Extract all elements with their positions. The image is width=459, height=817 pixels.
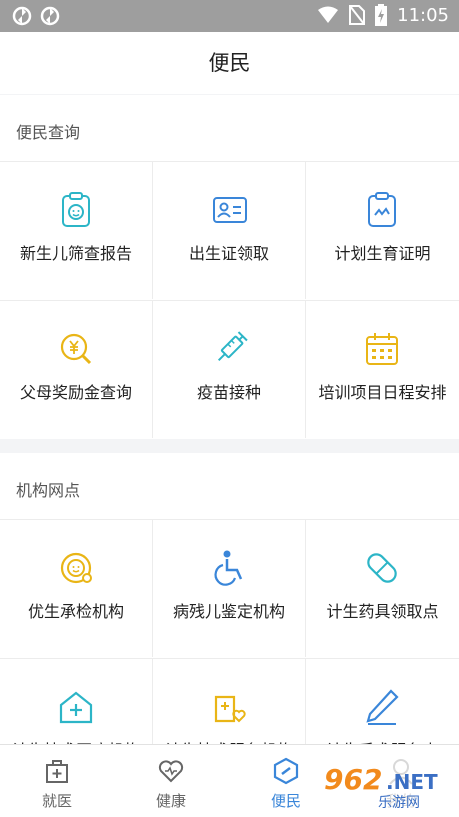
section-title: 便民查询 <box>16 123 81 142</box>
wifi-icon <box>318 6 339 23</box>
status-bar: 11:05 <box>0 0 459 32</box>
wheelchair-icon <box>214 550 243 586</box>
svg-text:.NET: .NET <box>386 770 438 794</box>
grid-item-disability-assessment[interactable]: 病残儿鉴定机构 <box>152 519 306 657</box>
tab-health[interactable]: 健康 <box>114 745 228 817</box>
baby-clipboard-icon <box>62 192 90 227</box>
yuan-search-icon <box>60 333 92 365</box>
heart-icon <box>158 760 184 783</box>
svg-text:乐游网: 乐游网 <box>378 795 420 811</box>
compass-icon <box>273 757 299 785</box>
section-header-institutions: 机构网点 <box>0 453 459 519</box>
grid-item-label: 计生药具领取点 <box>326 602 439 621</box>
grid-item-label: 计划生育证明 <box>334 244 431 263</box>
sync-icon <box>40 6 60 26</box>
medical-plus-icon <box>46 760 68 783</box>
no-sim-icon <box>349 5 366 25</box>
grid-item-eugenics-institution[interactable]: 优生承检机构 <box>0 519 152 657</box>
page-title: 便民 <box>0 32 459 94</box>
grid-item-training-schedule[interactable]: 培训项目日程安排 <box>306 300 459 438</box>
grid-item-label: 疫苗接种 <box>196 383 261 402</box>
syringe-icon <box>217 331 248 362</box>
grid-item-label: 培训项目日程安排 <box>318 383 447 402</box>
grid-item-family-planning-cert[interactable]: 计划生育证明 <box>306 161 459 299</box>
grid-item-newborn-screening[interactable]: 新生儿筛查报告 <box>0 161 152 299</box>
sync-icon <box>12 6 32 26</box>
grid-item-label: 优生承检机构 <box>27 602 124 621</box>
svg-text:962: 962 <box>324 763 382 796</box>
grid-item-label: 新生儿筛查报告 <box>19 244 132 263</box>
tab-label: 就医 <box>41 792 72 810</box>
section-header-query: 便民查询 <box>0 95 459 161</box>
grid-item-vaccination[interactable]: 疫苗接种 <box>152 300 306 438</box>
certificate-clipboard-icon <box>368 192 396 227</box>
grid-item-label: 父母奖励金查询 <box>19 383 132 402</box>
grid-item-birth-certificate[interactable]: 出生证领取 <box>152 161 306 299</box>
watermark-logo: 962 .NET 乐游网 <box>318 759 456 811</box>
capsule-icon <box>367 553 397 583</box>
grid-item-label: 出生证领取 <box>188 244 269 263</box>
house-medical-icon <box>59 691 93 724</box>
grid-item-label: 病残儿鉴定机构 <box>172 602 285 621</box>
calendar-icon <box>366 333 398 365</box>
institutions-grid: 优生承检机构 病残儿鉴定机构 计生药具领取点 计生技术医疗机构 计生技术服务机构… <box>0 519 459 796</box>
query-grid: 新生儿筛查报告 出生证领取 计划生育证明 父母奖励金查询 疫苗接种 培训项目日程… <box>0 161 459 439</box>
pen-icon <box>366 689 399 725</box>
section-title: 机构网点 <box>16 481 81 500</box>
baby-badge-icon <box>60 552 92 584</box>
tab-medical[interactable]: 就医 <box>0 745 114 817</box>
grid-item-contraceptive-pickup[interactable]: 计生药具领取点 <box>306 519 459 657</box>
tab-label: 健康 <box>155 792 186 810</box>
id-card-icon <box>213 197 247 223</box>
hospital-heart-icon <box>214 695 246 723</box>
grid-item-parent-reward[interactable]: 父母奖励金查询 <box>0 300 152 438</box>
battery-charging-icon <box>375 4 388 26</box>
clock: 11:05 <box>397 4 449 26</box>
